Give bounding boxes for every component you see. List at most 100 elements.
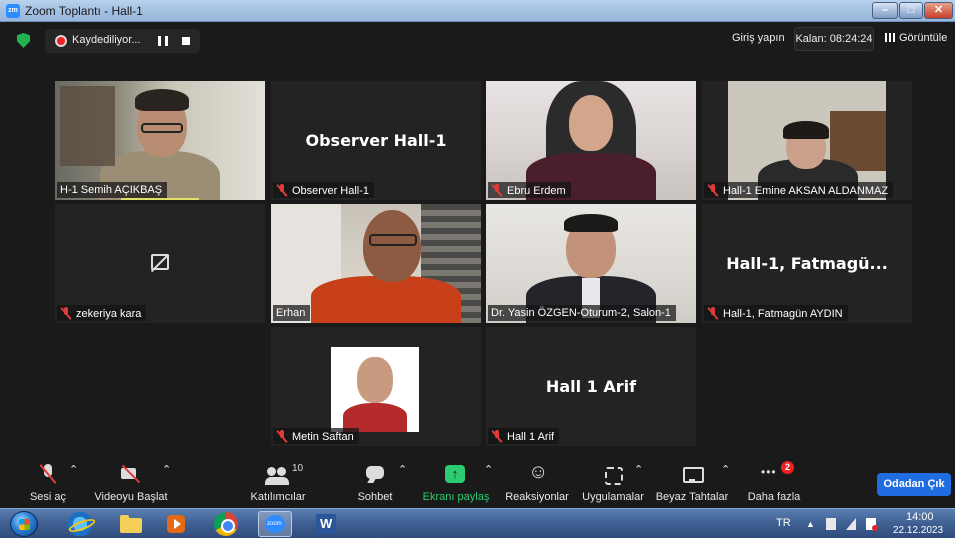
zoom-app-icon: zm bbox=[6, 4, 20, 18]
profile-photo bbox=[331, 347, 419, 432]
participant-name: Observer Hall-1 bbox=[273, 182, 375, 198]
stop-recording-icon[interactable] bbox=[182, 37, 190, 45]
participant-name: Hall-1 Emine AKSAN ALDANMAZ bbox=[704, 182, 894, 198]
more-label: Daha fazla bbox=[747, 491, 801, 503]
zoom-window: zm Zoom Toplantı - Hall-1 – □ ✕ Kaydedil… bbox=[0, 0, 955, 538]
time-remaining: Kalan: 08:24:24 bbox=[794, 27, 874, 51]
participant-tile[interactable]: Metin Saftan bbox=[271, 327, 481, 446]
participant-name: Dr. Yasin ÖZGEN-Oturum-2, Salon-1 bbox=[488, 305, 676, 321]
recording-label: Kaydediliyor... bbox=[72, 34, 141, 46]
clock-date[interactable]: 22.12.2023 bbox=[893, 525, 943, 536]
maximize-button[interactable]: □ bbox=[899, 2, 923, 19]
participant-name: Ebru Erdem bbox=[488, 182, 571, 198]
participant-tile[interactable]: Hall-1, Fatmagü... Hall-1, Fatmagün AYDI… bbox=[702, 204, 912, 323]
network-signal-icon[interactable] bbox=[846, 518, 856, 530]
grid-view-icon bbox=[885, 33, 895, 42]
mic-off-icon bbox=[707, 184, 719, 196]
participant-name-text: Metin Saftan bbox=[292, 431, 354, 443]
participant-tile[interactable]: zekeriya kara bbox=[55, 204, 265, 323]
notification-badge: 2 bbox=[781, 461, 794, 474]
participant-tile[interactable]: Erhan bbox=[271, 204, 481, 323]
meeting-toolbar: Sesi aç ⌃ Videoyu Başlat ⌃ 10 Katılımcıl… bbox=[0, 459, 955, 508]
participant-name-text: Hall-1, Fatmagün AYDIN bbox=[723, 308, 843, 320]
participants-button[interactable]: 10 Katılımcılar bbox=[247, 463, 309, 503]
participants-count: 10 bbox=[292, 463, 304, 474]
participant-tile[interactable]: Hall 1 Arif Hall 1 Arif bbox=[486, 327, 696, 446]
whiteboards-label: Beyaz Tahtalar bbox=[655, 491, 729, 503]
record-dot-icon bbox=[55, 35, 67, 47]
participant-name-text: Erhan bbox=[276, 307, 306, 319]
share-screen-icon bbox=[445, 463, 467, 485]
whiteboard-options-chevron-icon[interactable]: ⌃ bbox=[721, 463, 730, 476]
minimize-button[interactable]: – bbox=[872, 2, 898, 19]
start-video-label: Videoyu Başlat bbox=[94, 491, 168, 503]
participant-tile[interactable]: Ebru Erdem bbox=[486, 81, 696, 200]
participant-name: H-1 Semih AÇIKBAŞ bbox=[57, 182, 168, 198]
participants-icon: 10 bbox=[265, 463, 303, 485]
more-button[interactable]: 2 Daha fazla bbox=[744, 461, 804, 503]
participant-name-text: Observer Hall-1 bbox=[292, 185, 370, 197]
meeting-topbar: Kaydediliyor... Giriş yapın Kalan: 08:24… bbox=[0, 23, 955, 59]
whiteboard-icon bbox=[681, 463, 704, 485]
apps-options-chevron-icon[interactable]: ⌃ bbox=[634, 463, 643, 476]
language-indicator[interactable]: TR bbox=[776, 517, 791, 529]
participant-name: zekeriya kara bbox=[57, 305, 147, 321]
mic-off-icon bbox=[491, 184, 503, 196]
whiteboards-button[interactable]: Beyaz Tahtalar bbox=[654, 463, 730, 503]
clock-time[interactable]: 14:00 bbox=[906, 511, 934, 523]
security-shield-icon[interactable] bbox=[17, 33, 30, 48]
device-tray-icon[interactable] bbox=[826, 518, 836, 530]
word-icon[interactable] bbox=[313, 512, 339, 536]
participant-name-text: Ebru Erdem bbox=[507, 185, 566, 197]
participant-name: Hall-1, Fatmagün AYDIN bbox=[704, 305, 848, 321]
participant-name-text: Hall-1 Emine AKSAN ALDANMAZ bbox=[723, 185, 889, 197]
recording-indicator: Kaydediliyor... bbox=[45, 29, 200, 53]
chrome-icon[interactable] bbox=[214, 512, 238, 536]
audio-options-chevron-icon[interactable]: ⌃ bbox=[69, 463, 78, 476]
reactions-button[interactable]: Reaksiyonlar bbox=[504, 461, 570, 503]
participant-name: Erhan bbox=[273, 305, 311, 321]
pause-recording-icon[interactable] bbox=[158, 36, 168, 46]
windows-taskbar: zoom TR ▲ 14:00 22.12.2023 bbox=[0, 508, 955, 538]
participant-name-text: Hall 1 Arif bbox=[507, 431, 555, 443]
participant-name-text: zekeriya kara bbox=[76, 308, 142, 320]
close-button[interactable]: ✕ bbox=[924, 2, 953, 19]
participant-name-text: Dr. Yasin ÖZGEN-Oturum-2, Salon-1 bbox=[491, 307, 671, 319]
share-options-chevron-icon[interactable]: ⌃ bbox=[484, 463, 493, 476]
view-label: Görüntüle bbox=[899, 32, 948, 44]
share-screen-label: Ekranı paylaş bbox=[422, 491, 490, 503]
video-options-chevron-icon[interactable]: ⌃ bbox=[162, 463, 171, 476]
reactions-icon bbox=[526, 461, 548, 485]
chat-options-chevron-icon[interactable]: ⌃ bbox=[398, 463, 407, 476]
action-center-flag-icon[interactable] bbox=[866, 518, 878, 531]
unmute-button[interactable]: Sesi aç bbox=[28, 463, 68, 503]
mic-muted-icon bbox=[37, 463, 59, 485]
mic-off-icon bbox=[276, 184, 288, 196]
show-hidden-icons-chevron-icon[interactable]: ▲ bbox=[806, 519, 815, 529]
participants-label: Katılımcılar bbox=[250, 491, 306, 503]
participant-tile[interactable]: Observer Hall-1 Observer Hall-1 bbox=[271, 81, 481, 200]
participant-tile[interactable]: H-1 Semih AÇIKBAŞ bbox=[55, 81, 265, 200]
apps-icon bbox=[602, 463, 624, 485]
camera-off-icon bbox=[151, 254, 169, 270]
participant-tile[interactable]: Hall-1 Emine AKSAN ALDANMAZ bbox=[702, 81, 912, 200]
leave-room-button[interactable]: Odadan Çık bbox=[877, 473, 951, 496]
zoom-taskbar-icon[interactable]: zoom bbox=[258, 511, 292, 537]
mic-off-icon bbox=[276, 430, 288, 442]
mic-off-icon bbox=[707, 307, 719, 319]
file-explorer-icon[interactable] bbox=[118, 512, 144, 536]
media-player-icon[interactable] bbox=[163, 512, 189, 536]
signin-link[interactable]: Giriş yapın bbox=[732, 32, 785, 44]
active-speaker-tile[interactable]: Dr. Yasin ÖZGEN-Oturum-2, Salon-1 bbox=[486, 204, 696, 323]
chat-button[interactable]: Sohbet bbox=[355, 463, 395, 503]
participant-name: Hall 1 Arif bbox=[488, 428, 560, 444]
share-screen-button[interactable]: Ekranı paylaş bbox=[422, 463, 490, 503]
mic-off-icon bbox=[491, 430, 503, 442]
view-button[interactable]: Görüntüle bbox=[885, 32, 947, 44]
chat-icon bbox=[365, 463, 385, 485]
reactions-label: Reaksiyonlar bbox=[505, 491, 569, 503]
start-video-button[interactable]: Videoyu Başlat bbox=[93, 463, 169, 503]
internet-explorer-icon[interactable] bbox=[67, 512, 93, 536]
start-button[interactable] bbox=[10, 511, 38, 537]
chat-label: Sohbet bbox=[357, 491, 393, 503]
